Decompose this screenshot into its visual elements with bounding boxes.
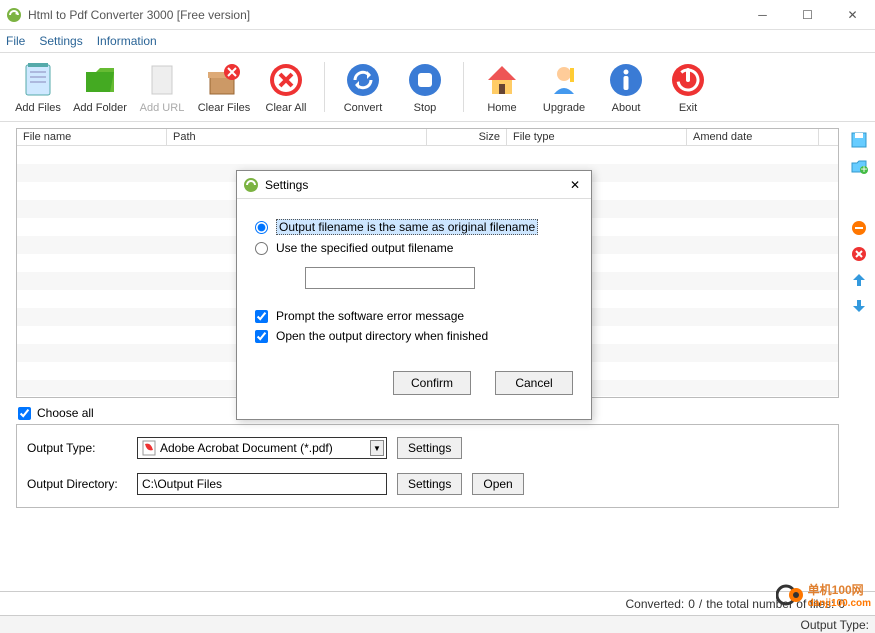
col-size[interactable]: Size bbox=[427, 129, 507, 145]
toolbar-separator bbox=[463, 62, 464, 112]
choose-all-input[interactable] bbox=[18, 407, 31, 420]
info-icon bbox=[606, 60, 646, 100]
watermark: 单机100网 danji100.com bbox=[776, 581, 871, 609]
output-dir-settings-button[interactable]: Settings bbox=[397, 473, 462, 495]
exit-button[interactable]: Exit bbox=[660, 60, 716, 114]
document-icon bbox=[142, 60, 182, 100]
radio-same-filename[interactable]: Output filename is the same as original … bbox=[255, 219, 573, 235]
stop-button[interactable]: Stop bbox=[397, 60, 453, 114]
box-x-icon bbox=[204, 60, 244, 100]
titlebar: Html to Pdf Converter 3000 [Free version… bbox=[0, 0, 875, 30]
menu-settings[interactable]: Settings bbox=[39, 34, 82, 48]
dialog-close-button[interactable]: ✕ bbox=[565, 178, 585, 192]
open-list-button[interactable]: + bbox=[849, 156, 869, 176]
col-amenddate[interactable]: Amend date bbox=[687, 129, 819, 145]
toolbar-separator bbox=[324, 62, 325, 112]
about-button[interactable]: About bbox=[598, 60, 654, 114]
window-title: Html to Pdf Converter 3000 [Free version… bbox=[28, 8, 740, 22]
upgrade-button[interactable]: Upgrade bbox=[536, 60, 592, 114]
pdf-icon bbox=[141, 440, 157, 456]
menubar: File Settings Information bbox=[0, 30, 875, 52]
output-panel: Output Type: Adobe Acrobat Document (*.p… bbox=[16, 424, 839, 508]
side-toolbar: + bbox=[849, 130, 869, 316]
status-bar: Converted: 0 / the total number of files… bbox=[0, 591, 875, 615]
home-icon bbox=[482, 60, 522, 100]
person-icon bbox=[544, 60, 584, 100]
output-dir-label: Output Directory: bbox=[27, 477, 127, 491]
convert-icon bbox=[343, 60, 383, 100]
home-button[interactable]: Home bbox=[474, 60, 530, 114]
confirm-button[interactable]: Confirm bbox=[393, 371, 471, 395]
clear-all-button[interactable]: Clear All bbox=[258, 60, 314, 114]
add-folder-button[interactable]: Add Folder bbox=[72, 60, 128, 114]
output-type-label: Output Type: bbox=[27, 441, 127, 455]
check-open-output[interactable]: Open the output directory when finished bbox=[255, 329, 573, 343]
dialog-title: Settings bbox=[265, 178, 565, 192]
app-icon bbox=[6, 7, 22, 23]
status-bar-2: Output Type: bbox=[0, 615, 875, 633]
col-path[interactable]: Path bbox=[167, 129, 427, 145]
remove-item-button[interactable] bbox=[849, 218, 869, 238]
maximize-button[interactable]: ☐ bbox=[785, 0, 830, 30]
red-x-icon bbox=[266, 60, 306, 100]
save-list-button[interactable] bbox=[849, 130, 869, 150]
toolbar: Add Files Add Folder Add URL Clear Files… bbox=[0, 52, 875, 122]
power-icon bbox=[668, 60, 708, 100]
svg-text:+: + bbox=[860, 162, 867, 175]
output-type-combo[interactable]: Adobe Acrobat Document (*.pdf) ▼ bbox=[137, 437, 387, 459]
notepad-icon bbox=[18, 60, 58, 100]
menu-file[interactable]: File bbox=[6, 34, 25, 48]
radio-specified-filename[interactable]: Use the specified output filename bbox=[255, 241, 573, 255]
specified-filename-input[interactable] bbox=[305, 267, 475, 289]
col-filetype[interactable]: File type bbox=[507, 129, 687, 145]
clear-files-button[interactable]: Clear Files bbox=[196, 60, 252, 114]
table-header: File name Path Size File type Amend date bbox=[17, 129, 838, 146]
folder-green-icon bbox=[80, 60, 120, 100]
check-prompt-error[interactable]: Prompt the software error message bbox=[255, 309, 573, 323]
stop-icon bbox=[405, 60, 445, 100]
add-url-button[interactable]: Add URL bbox=[134, 60, 190, 114]
output-dir-open-button[interactable]: Open bbox=[472, 473, 523, 495]
dialog-titlebar: Settings ✕ bbox=[237, 171, 591, 199]
output-type-settings-button[interactable]: Settings bbox=[397, 437, 462, 459]
move-up-button[interactable] bbox=[849, 270, 869, 290]
add-files-button[interactable]: Add Files bbox=[10, 60, 66, 114]
watermark-logo-icon bbox=[776, 581, 804, 609]
col-filename[interactable]: File name bbox=[17, 129, 167, 145]
remove-all-button[interactable] bbox=[849, 244, 869, 264]
chevron-down-icon[interactable]: ▼ bbox=[370, 440, 384, 456]
dialog-icon bbox=[243, 177, 259, 193]
output-dir-input[interactable] bbox=[137, 473, 387, 495]
menu-information[interactable]: Information bbox=[97, 34, 157, 48]
move-down-button[interactable] bbox=[849, 296, 869, 316]
cancel-button[interactable]: Cancel bbox=[495, 371, 573, 395]
convert-button[interactable]: Convert bbox=[335, 60, 391, 114]
close-button[interactable]: ✕ bbox=[830, 0, 875, 30]
minimize-button[interactable]: ─ bbox=[740, 0, 785, 30]
settings-dialog: Settings ✕ Output filename is the same a… bbox=[236, 170, 592, 420]
